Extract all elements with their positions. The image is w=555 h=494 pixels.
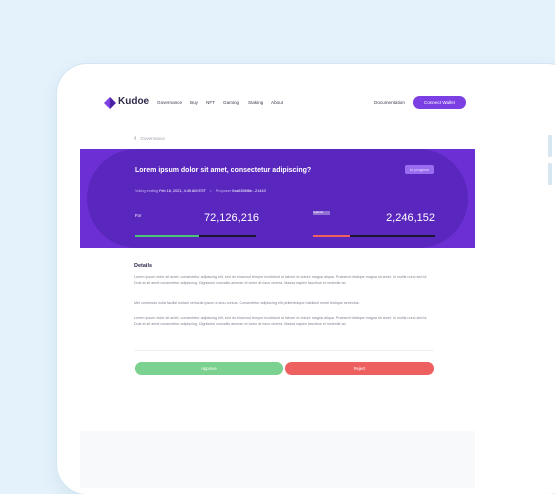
documentation-link[interactable]: Documentation <box>374 100 405 105</box>
against-votes-value: 2,246,152 <box>386 212 435 224</box>
status-badge: In progress <box>405 165 434 174</box>
proposal-title: Lorem ipsum dolor sit amet, consectetur … <box>135 167 312 174</box>
voting-label: Voting ending <box>135 189 159 193</box>
proposal-meta: Voting ending Feb 18, 2021, 4:45 AM EST … <box>135 189 266 193</box>
reject-button[interactable]: Reject <box>285 362 434 375</box>
nav-link-buy[interactable]: Buy <box>190 100 198 105</box>
details-paragraph: Lorem ipsum dolor sit amet, consectetur … <box>134 275 428 285</box>
for-votes-bar-fill <box>135 235 200 237</box>
nav-link-gaming[interactable]: Gaming <box>223 100 239 105</box>
voting-end-date: Feb 18, 2021, 4:45 AM EST <box>159 189 206 193</box>
approve-button[interactable]: Approve <box>135 362 283 375</box>
against-votes-bar <box>313 235 435 237</box>
connect-wallet-button[interactable]: Connect Wallet <box>413 96 466 109</box>
kudoe-logo-icon <box>104 97 116 109</box>
proposer-label: Proposer <box>215 189 232 193</box>
for-votes-bar <box>135 235 256 237</box>
top-navbar: Kudoe Governance Buy NFT Gaming Staking … <box>80 88 475 120</box>
bullet-dot-icon: • <box>210 189 212 193</box>
tablet-side-button <box>548 135 552 157</box>
nav-link-staking[interactable]: Staking <box>248 100 263 105</box>
details-paragraph: Lorem ipsum dolor sit amet, consectetur … <box>134 316 428 326</box>
details-heading: Details <box>134 263 153 269</box>
nav-link-about[interactable]: About <box>271 100 283 105</box>
details-paragraph: Mel commodo nulla facilisi nullam vehicu… <box>134 301 360 305</box>
app-screen: Kudoe Governance Buy NFT Gaming Staking … <box>80 88 475 488</box>
nav-link-nft[interactable]: NFT <box>206 100 215 105</box>
proposal-banner: In progress Lorem ipsum dolor sit amet, … <box>80 149 475 248</box>
nav-link-governance[interactable]: Governance <box>157 100 182 105</box>
tablet-side-button <box>548 163 552 185</box>
for-votes-value: 72,126,216 <box>204 212 260 224</box>
divider <box>134 350 434 351</box>
for-label: For <box>135 213 142 218</box>
brand-name[interactable]: Kudoe <box>118 96 149 107</box>
against-label: Against <box>313 210 330 215</box>
chevron-left-icon[interactable]: ‹ <box>134 135 136 142</box>
against-votes-bar-fill <box>313 235 350 237</box>
footer-area <box>80 431 475 488</box>
proposer-address[interactable]: 0xa6356f8e...21443 <box>232 189 266 193</box>
breadcrumb[interactable]: ‹ Governance <box>134 135 165 142</box>
breadcrumb-label[interactable]: Governance <box>140 136 165 141</box>
banner-shape <box>87 149 468 248</box>
